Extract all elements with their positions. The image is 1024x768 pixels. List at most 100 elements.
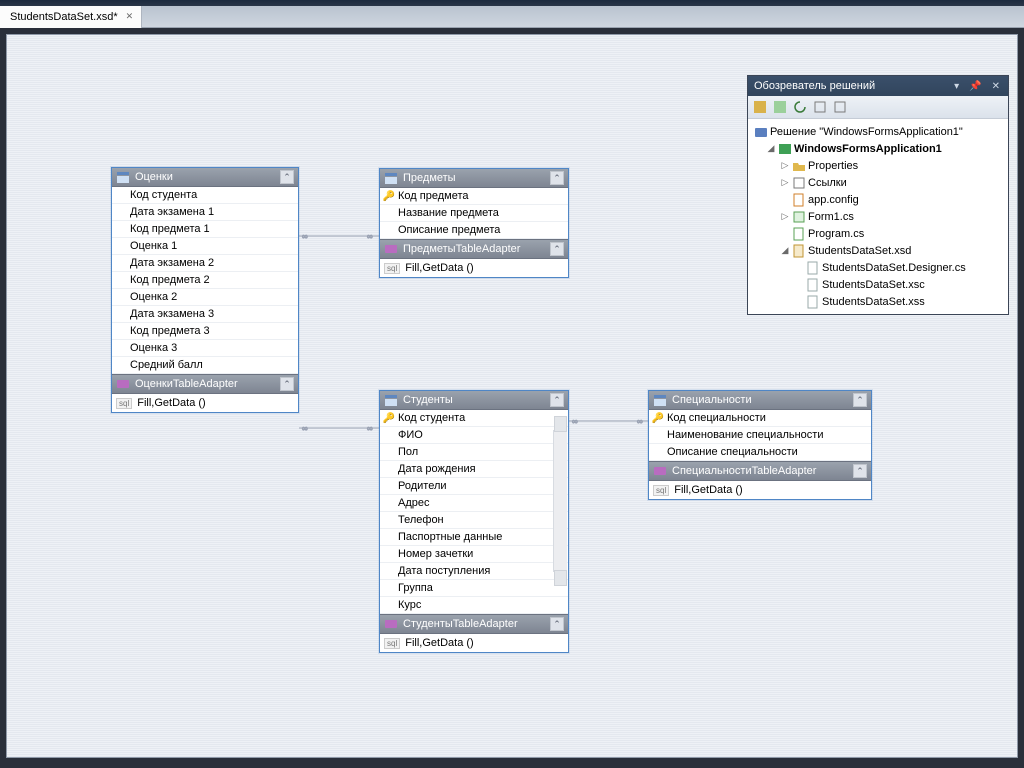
table-specialities[interactable]: Специальности ⌃ 🔑Код специальности Наиме… [648, 390, 872, 500]
tree-node-xsc[interactable]: StudentsDataSet.xsc [750, 276, 1006, 293]
dataset-designer-canvas[interactable]: ∞ ∞ ∞ ∞ ∞ ∞ Оценки ⌃ Код студента Дата э… [6, 34, 1018, 758]
column-row[interactable]: Наименование специальности [649, 427, 871, 444]
column-row[interactable]: Телефон [380, 512, 568, 529]
table-header[interactable]: Предметы ⌃ [380, 169, 568, 188]
column-row[interactable]: Оценка 1 [112, 238, 298, 255]
column-row[interactable]: Курс [380, 597, 568, 614]
column-row[interactable]: 🔑Код предмета [380, 188, 568, 205]
toolbar-button[interactable] [751, 98, 769, 116]
column-row[interactable]: Паспортные данные [380, 529, 568, 546]
expander-icon[interactable]: ▷ [780, 177, 790, 188]
table-grades[interactable]: Оценки ⌃ Код студента Дата экзамена 1 Ко… [111, 167, 299, 413]
column-row[interactable]: Адрес [380, 495, 568, 512]
adapter-method[interactable]: sql Fill,GetData () [380, 634, 568, 652]
form-file-icon [792, 210, 806, 224]
tree-node-dataset[interactable]: ◢ StudentsDataSet.xsd [750, 242, 1006, 259]
svg-text:∞: ∞ [572, 417, 578, 426]
table-header[interactable]: Специальности ⌃ [649, 391, 871, 410]
column-row[interactable]: Группа [380, 580, 568, 597]
collapse-icon[interactable]: ⌃ [550, 242, 564, 256]
sql-icon: sql [384, 263, 400, 274]
table-subjects[interactable]: Предметы ⌃ 🔑Код предмета Название предме… [379, 168, 569, 278]
collapse-icon[interactable]: ⌃ [550, 617, 564, 631]
column-row[interactable]: Оценка 3 [112, 340, 298, 357]
adapter-header[interactable]: ПредметыTableAdapter ⌃ [380, 239, 568, 259]
column-row[interactable]: Дата поступления [380, 563, 568, 580]
collapse-icon[interactable]: ⌃ [280, 377, 294, 391]
tree-node-properties[interactable]: ▷ Properties [750, 157, 1006, 174]
adapter-header[interactable]: СтудентыTableAdapter ⌃ [380, 614, 568, 634]
dropdown-icon[interactable]: ▾ [952, 81, 961, 92]
tab-document[interactable]: StudentsDataSet.xsd* ✕ [0, 6, 142, 28]
toolbar-button[interactable] [831, 98, 849, 116]
tab-label: StudentsDataSet.xsd* [10, 11, 118, 23]
tree-node-solution[interactable]: Решение "WindowsFormsApplication1" [750, 123, 1006, 140]
tree-node-form1[interactable]: ▷ Form1.cs [750, 208, 1006, 225]
panel-title-bar[interactable]: Обозреватель решений ▾ 📌 ✕ [748, 76, 1008, 96]
adapter-header[interactable]: СпециальностиTableAdapter ⌃ [649, 461, 871, 481]
collapse-icon[interactable]: ⌃ [853, 393, 867, 407]
column-row[interactable]: Родители [380, 478, 568, 495]
tree-node-program[interactable]: Program.cs [750, 225, 1006, 242]
key-icon: 🔑 [382, 413, 396, 424]
expander-icon[interactable]: ▷ [780, 160, 790, 171]
columns-list: Код студента Дата экзамена 1 Код предмет… [112, 187, 298, 374]
column-row[interactable]: 🔑Код специальности [649, 410, 871, 427]
toolbar-button[interactable] [811, 98, 829, 116]
column-row[interactable]: Пол [380, 444, 568, 461]
close-icon[interactable]: ✕ [124, 11, 136, 22]
adapter-name: ОценкиTableAdapter [135, 378, 238, 390]
tree-node-appconfig[interactable]: app.config [750, 191, 1006, 208]
tree-node-project[interactable]: ◢ WindowsFormsApplication1 [750, 140, 1006, 157]
column-row[interactable]: Средний балл [112, 357, 298, 374]
tree-node-xss[interactable]: StudentsDataSet.xss [750, 293, 1006, 310]
column-row[interactable]: Номер зачетки [380, 546, 568, 563]
column-row[interactable]: Дата экзамена 2 [112, 255, 298, 272]
pin-icon[interactable]: 📌 [967, 81, 983, 92]
expander-icon[interactable]: ◢ [766, 143, 776, 154]
toolbar-button[interactable] [771, 98, 789, 116]
adapter-method[interactable]: sql Fill,GetData () [380, 259, 568, 277]
expander-icon[interactable]: ◢ [780, 245, 790, 256]
solution-explorer-panel[interactable]: Обозреватель решений ▾ 📌 ✕ Решение "Wind… [747, 75, 1009, 315]
column-row[interactable]: Дата экзамена 1 [112, 204, 298, 221]
column-row[interactable]: Оценка 2 [112, 289, 298, 306]
table-title: Оценки [135, 171, 173, 183]
file-icon [806, 295, 820, 309]
refresh-button[interactable] [791, 98, 809, 116]
relation-connector: ∞ ∞ [569, 413, 649, 429]
column-row[interactable]: Дата рождения [380, 461, 568, 478]
column-row[interactable]: Код студента [112, 187, 298, 204]
column-row[interactable]: Описание предмета [380, 222, 568, 239]
close-icon[interactable]: ✕ [990, 81, 1002, 92]
xsd-file-icon [792, 244, 806, 258]
column-row[interactable]: Код предмета 3 [112, 323, 298, 340]
column-row[interactable]: Код предмета 2 [112, 272, 298, 289]
table-header[interactable]: Оценки ⌃ [112, 168, 298, 187]
scrollbar[interactable] [553, 430, 567, 572]
collapse-icon[interactable]: ⌃ [550, 171, 564, 185]
tree-node-references[interactable]: ▷ Ссылки [750, 174, 1006, 191]
column-row[interactable]: Название предмета [380, 205, 568, 222]
table-students[interactable]: Студенты ⌃ 🔑Код студента ФИО Пол Дата ро… [379, 390, 569, 653]
adapter-header[interactable]: ОценкиTableAdapter ⌃ [112, 374, 298, 394]
adapter-name: ПредметыTableAdapter [403, 243, 520, 255]
expander-icon[interactable]: ▷ [780, 211, 790, 222]
collapse-icon[interactable]: ⌃ [853, 464, 867, 478]
tree-node-designer-cs[interactable]: StudentsDataSet.Designer.cs [750, 259, 1006, 276]
adapter-icon [116, 377, 130, 391]
relation-connector: ∞ ∞ [299, 420, 379, 436]
column-row[interactable]: Дата экзамена 3 [112, 306, 298, 323]
table-header[interactable]: Студенты ⌃ [380, 391, 568, 410]
adapter-method[interactable]: sql Fill,GetData () [112, 394, 298, 412]
svg-text:∞: ∞ [367, 424, 373, 433]
column-row[interactable]: ФИО [380, 427, 568, 444]
column-row[interactable]: Код предмета 1 [112, 221, 298, 238]
column-row[interactable]: 🔑Код студента [380, 410, 568, 427]
column-row[interactable]: Описание специальности [649, 444, 871, 461]
collapse-icon[interactable]: ⌃ [280, 170, 294, 184]
table-icon [116, 170, 130, 184]
sql-icon: sql [653, 485, 669, 496]
collapse-icon[interactable]: ⌃ [550, 393, 564, 407]
adapter-method[interactable]: sql Fill,GetData () [649, 481, 871, 499]
